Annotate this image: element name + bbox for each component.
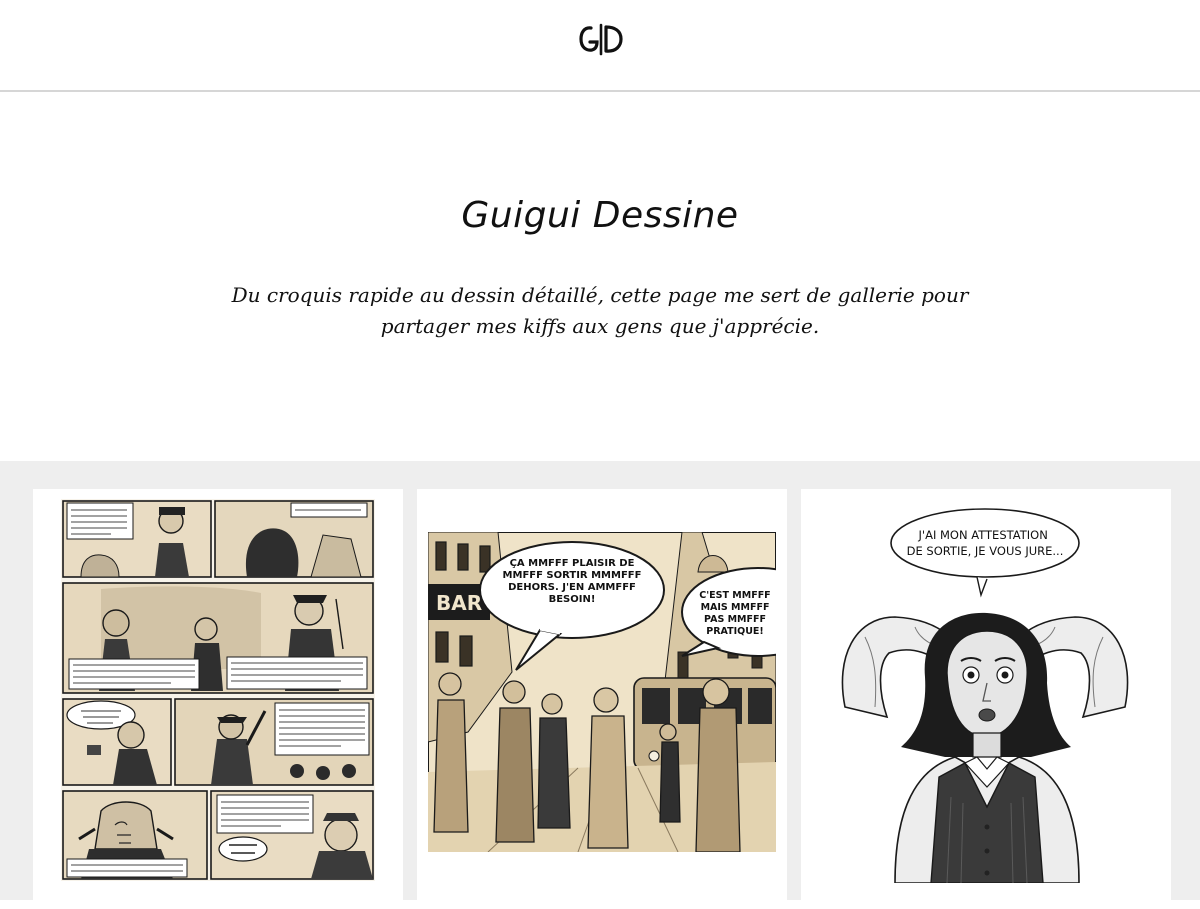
- bar-sign: BAR: [436, 591, 482, 615]
- gallery-card-comic-page[interactable]: [33, 489, 403, 909]
- speech-bubble-left: ÇA MMFFF PLAISIR DE MMFFF SORTIR MMMFFF …: [502, 558, 642, 605]
- comic-page-artwork: [61, 499, 375, 881]
- speech-bubble-right: C'EST MMFFF MAIS MMFFF PAS MMFFF PRATIQU…: [699, 590, 771, 637]
- site-logo-icon[interactable]: [578, 22, 624, 56]
- page-title: Guigui Dessine: [461, 195, 739, 236]
- attestation-illustration-artwork: J'AI MON ATTESTATION DE SORTIE, JE VOUS …: [835, 507, 1135, 883]
- gallery-card-street-comic[interactable]: BAR ÇA MMFFF PLAISIR DE MMFFF SORTIR MMM…: [417, 489, 787, 909]
- page-description: Du croquis rapide au dessin détaillé, ce…: [231, 283, 969, 338]
- gallery-card-attestation-illustration[interactable]: J'AI MON ATTESTATION DE SORTIE, JE VOUS …: [801, 489, 1171, 909]
- gallery-grid: BAR ÇA MMFFF PLAISIR DE MMFFF SORTIR MMM…: [0, 461, 1200, 909]
- hero-section: Guigui Dessine Du croquis rapide au dess…: [0, 92, 1200, 460]
- street-comic-artwork: BAR ÇA MMFFF PLAISIR DE MMFFF SORTIR MMM…: [428, 532, 776, 852]
- top-navigation-bar: [0, 0, 1200, 92]
